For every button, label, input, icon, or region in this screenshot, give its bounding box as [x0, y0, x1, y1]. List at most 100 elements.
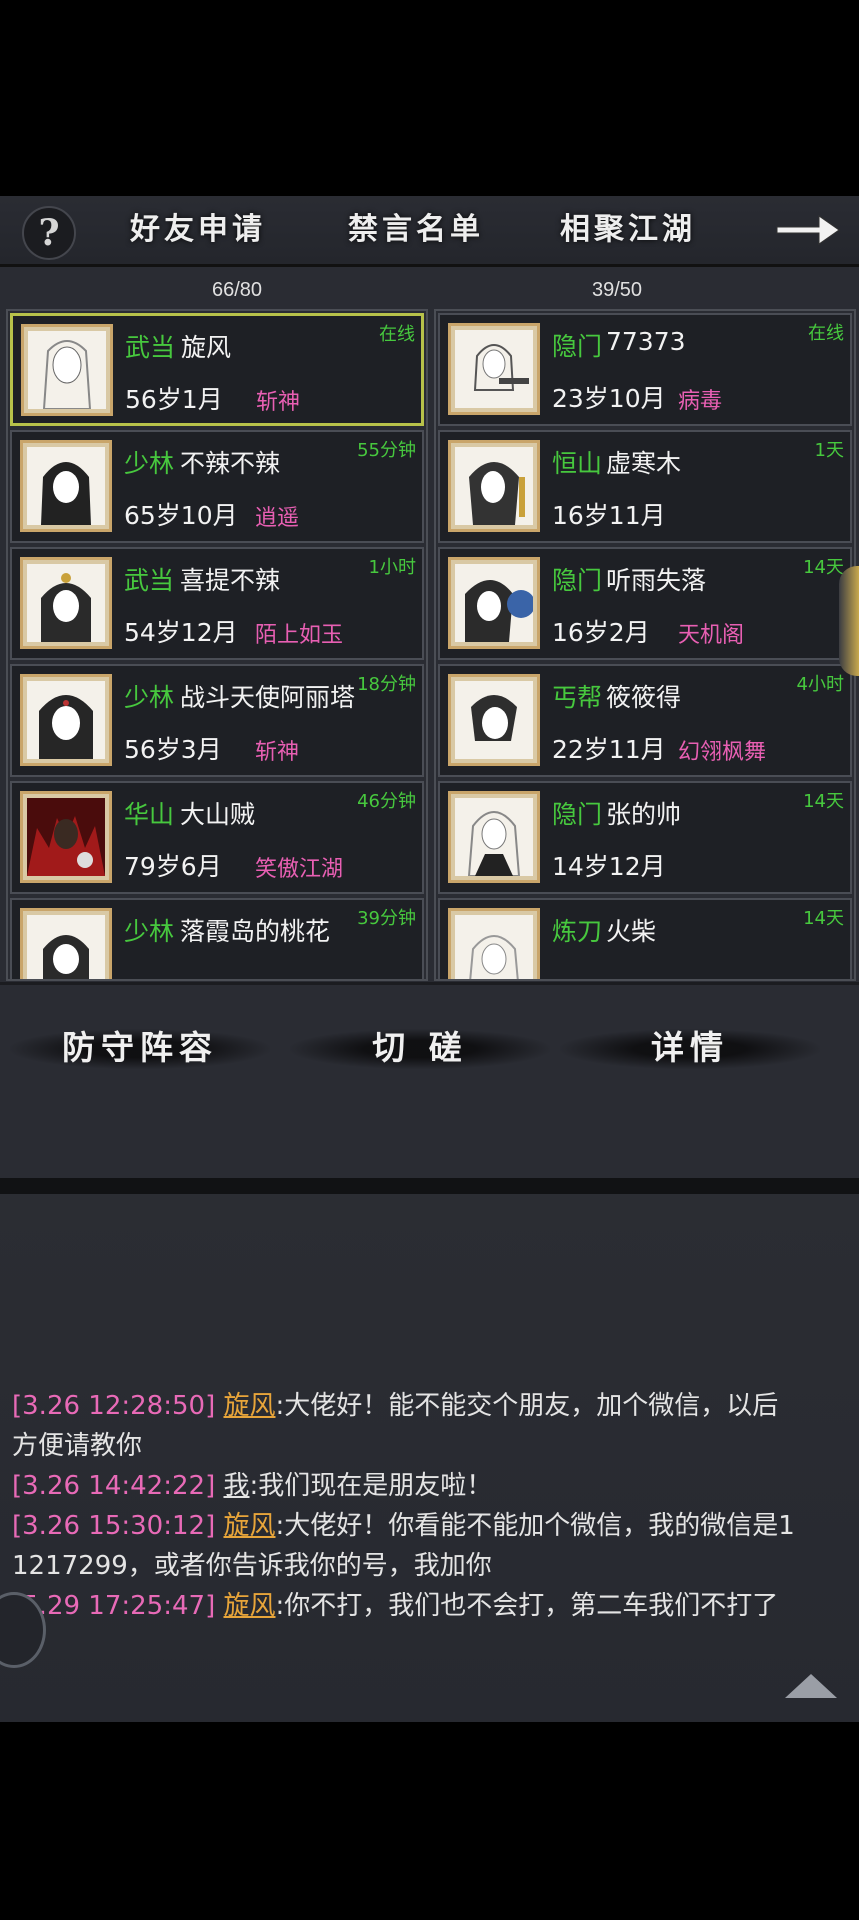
friend-row[interactable]: 隐门 听雨失落 16岁2月 天机阁 14天: [438, 547, 852, 660]
skill-label: 陌上如玉: [255, 623, 344, 648]
side-drawer-handle[interactable]: [839, 566, 859, 676]
friend-row[interactable]: 少林 落霞岛的桃花 39分钟: [10, 898, 424, 979]
friend-row[interactable]: 隐门 张的帅 14岁12月 14天: [438, 781, 852, 894]
tab-gather-jianghu-label: 相聚江湖: [560, 212, 696, 247]
sect-label: 隐门: [552, 566, 603, 595]
chat-timestamp: [3.26 14:42:22]: [12, 1471, 216, 1501]
friend-row[interactable]: 武当 喜提不辣 54岁12月 陌上如玉 1小时: [10, 547, 424, 660]
chat-speaker-link[interactable]: 旋风: [223, 1591, 275, 1621]
avatar: [21, 324, 113, 416]
sect-label: 少林: [124, 449, 175, 478]
skill-label: 斩神: [256, 390, 301, 415]
help-button[interactable]: ?: [22, 206, 76, 260]
chat-message: [3.26 15:30:12] 旋风:大佬好！你看能不能加个微信，我的微信是1 …: [12, 1506, 848, 1586]
friend-row[interactable]: 恒山 虚寒木 16岁11月 1天: [438, 430, 852, 543]
chat-text: :我们现在是朋友啦！: [249, 1471, 493, 1501]
friend-row[interactable]: 武当 旋风 56岁1月 斩神 在线: [10, 313, 424, 426]
tab-mute-list-label: 禁言名单: [348, 212, 484, 247]
player-age: 23岁10月: [552, 384, 666, 413]
chat-text-continued: 1217299，或者你告诉我你的号，我加你: [12, 1551, 492, 1581]
player-name: 大山贼: [180, 800, 256, 829]
friend-row[interactable]: 华山 大山贼 79岁6月 笑傲江湖 46分钟: [10, 781, 424, 894]
last-seen: 39分钟: [357, 908, 416, 929]
last-seen: 4小时: [796, 674, 844, 695]
friend-row[interactable]: 少林 战斗天使阿丽塔 56岁3月 斩神 18分钟: [10, 664, 424, 777]
chat-message: [3.26 14:42:22] 我:我们现在是朋友啦！: [12, 1466, 848, 1506]
avatar: [448, 440, 540, 532]
chat-text: :大佬好！你看能不能加个微信，我的微信是1: [275, 1511, 795, 1541]
skill-label: 幻翎枫舞: [678, 740, 767, 765]
friend-lists-area: 66/80 39/50 武当 旋风 56岁1月 斩神 在线 少林 不辣不辣 65…: [0, 267, 859, 982]
header-bar: ? 好友申请 禁言名单 相聚江湖: [0, 196, 859, 267]
avatar: [20, 908, 112, 979]
player-name: 张的帅: [606, 800, 682, 829]
player-name: 旋风: [181, 333, 232, 362]
last-seen: 1小时: [368, 557, 416, 578]
friend-row[interactable]: 丐帮 筱筱得 22岁11月 幻翎枫舞 4小时: [438, 664, 852, 777]
last-seen: 14天: [803, 791, 844, 812]
arrow-right-icon[interactable]: [775, 210, 841, 250]
avatar: [20, 674, 112, 766]
sect-label: 隐门: [552, 332, 603, 361]
avatar: [20, 791, 112, 883]
sect-label: 武当: [124, 566, 175, 595]
chat-text-continued: 方便请教你: [12, 1431, 143, 1461]
right-friend-list[interactable]: 隐门 77373 23岁10月 病毒 在线 恒山 虚寒木 16岁11月 1天 隐…: [434, 309, 856, 981]
avatar: [20, 557, 112, 649]
tab-mute-list[interactable]: 禁言名单: [348, 210, 484, 250]
friend-row[interactable]: 少林 不辣不辣 65岁10月 逍遥 55分钟: [10, 430, 424, 543]
player-name: 喜提不辣: [180, 566, 281, 595]
chat-speaker-link[interactable]: 旋风: [223, 1391, 275, 1421]
skill-label: 逍遥: [255, 506, 300, 531]
left-list-count: 66/80: [212, 279, 263, 301]
scroll-up-icon[interactable]: [785, 1674, 837, 1698]
last-seen: 55分钟: [357, 440, 416, 461]
skill-label: 病毒: [678, 389, 723, 414]
player-name: 火柴: [606, 917, 657, 946]
last-seen: 46分钟: [357, 791, 416, 812]
avatar: [20, 440, 112, 532]
friend-row[interactable]: 炼刀 火柴 14天: [438, 898, 852, 979]
chat-speaker-link[interactable]: 旋风: [223, 1511, 275, 1541]
chat-timestamp: [3.26 12:28:50]: [12, 1391, 216, 1421]
last-seen: 18分钟: [357, 674, 416, 695]
online-status: 在线: [808, 323, 844, 344]
left-friend-list[interactable]: 武当 旋风 56岁1月 斩神 在线 少林 不辣不辣 65岁10月 逍遥 55分钟…: [6, 309, 428, 981]
skill-label: 斩神: [255, 740, 300, 765]
chat-log[interactable]: [3.26 12:28:50] 旋风:大佬好！能不能交个朋友，加个微信，以后 方…: [0, 1194, 859, 1722]
player-name: 筱筱得: [606, 683, 682, 712]
tab-friend-requests-label: 好友申请: [130, 212, 266, 247]
last-seen: 14天: [803, 908, 844, 929]
top-black-area: [0, 0, 859, 196]
sect-label: 恒山: [552, 449, 603, 478]
spar-button[interactable]: 切 磋: [310, 1023, 530, 1073]
sect-label: 华山: [124, 800, 175, 829]
last-seen: 14天: [803, 557, 844, 578]
defense-lineup-button[interactable]: 防守阵容: [30, 1023, 250, 1073]
tab-gather-jianghu[interactable]: 相聚江湖: [560, 210, 696, 250]
player-name: 落霞岛的桃花: [180, 917, 331, 946]
tab-friend-requests[interactable]: 好友申请: [130, 210, 266, 250]
friend-row[interactable]: 隐门 77373 23岁10月 病毒 在线: [438, 313, 852, 426]
chat-text: :你不打，我们也不会打，第二车我们不打了: [275, 1591, 779, 1621]
player-age: 79岁6月: [124, 852, 222, 881]
skill-label: 笑傲江湖: [255, 857, 344, 882]
player-age: 14岁12月: [552, 852, 666, 881]
chat-speaker-link[interactable]: 我: [223, 1471, 249, 1501]
player-age: 22岁11月: [552, 735, 666, 764]
details-button[interactable]: 详情: [580, 1023, 800, 1073]
sect-label: 武当: [125, 333, 176, 362]
player-age: 54岁12月: [124, 618, 238, 647]
sect-label: 隐门: [552, 800, 603, 829]
player-name: 战斗天使阿丽塔: [180, 683, 356, 712]
avatar: [448, 323, 540, 415]
avatar: [448, 908, 540, 979]
player-age: 16岁11月: [552, 501, 666, 530]
sect-label: 炼刀: [552, 917, 603, 946]
divider: [0, 1178, 859, 1194]
chat-message: [5.29 17:25:47] 旋风:你不打，我们也不会打，第二车我们不打了: [12, 1586, 848, 1626]
chat-text: :大佬好！能不能交个朋友，加个微信，以后: [275, 1391, 779, 1421]
chat-message: [3.26 12:28:50] 旋风:大佬好！能不能交个朋友，加个微信，以后 方…: [12, 1386, 848, 1466]
player-age: 56岁1月: [125, 385, 223, 414]
player-name: 虚寒木: [606, 449, 682, 478]
